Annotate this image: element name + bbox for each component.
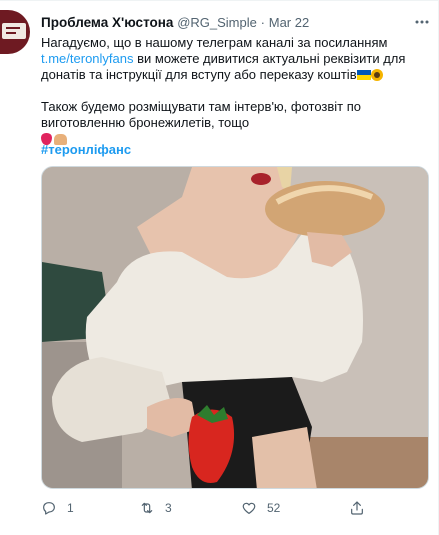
reply-count: 1 — [67, 501, 74, 515]
telegram-link[interactable]: t.me/teronlyfans — [41, 51, 134, 66]
hashtag-link[interactable]: #теронліфанс — [41, 142, 131, 158]
reply-icon — [43, 502, 55, 515]
header-separator: · — [260, 15, 265, 30]
tweet-photo[interactable] — [41, 166, 429, 489]
avatar-plate — [2, 23, 26, 39]
tweet-date[interactable]: Mar 22 — [269, 15, 309, 30]
avatar[interactable] — [0, 10, 30, 54]
photo-floor — [302, 437, 428, 488]
share-button[interactable] — [349, 498, 365, 518]
photo-lips — [251, 173, 271, 185]
ukraine-flag-icon — [356, 70, 371, 80]
tweet-paragraph-2: Також будемо розміщувати там інтерв'ю, ф… — [41, 99, 433, 147]
author-handle[interactable]: @RG_Simple — [177, 15, 257, 30]
tweet-header: Проблема Х'юстона @RG_Simple · Mar 22 — [41, 14, 309, 32]
more-icon[interactable] — [413, 13, 431, 35]
sunflower-icon — [370, 69, 383, 81]
like-count: 52 — [267, 501, 281, 515]
tweet-text: Нагадуємо, що в нашому телеграм каналі з… — [41, 35, 433, 147]
retweet-button[interactable]: 3 — [139, 498, 172, 518]
frame-top-border — [0, 0, 439, 1]
reply-button[interactable]: 1 — [41, 498, 74, 518]
tweet-paragraph-1: Нагадуємо, що в нашому телеграм каналі з… — [41, 35, 433, 83]
retweet-icon — [141, 502, 153, 514]
text-para2: Також будемо розміщувати там інтерв'ю, ф… — [41, 99, 362, 130]
photo-illustration — [42, 167, 428, 488]
text-line1: Нагадуємо, що в нашому телеграм каналі з… — [41, 35, 388, 50]
heart-icon — [242, 502, 256, 514]
share-icon — [351, 501, 363, 515]
like-button[interactable]: 52 — [241, 498, 280, 518]
photo-leg — [252, 427, 317, 488]
tweet-actions: 1 3 52 — [41, 498, 429, 518]
more-icon-svg — [415, 20, 429, 24]
author-name[interactable]: Проблема Х'юстона — [41, 15, 173, 30]
retweet-count: 3 — [165, 501, 172, 515]
